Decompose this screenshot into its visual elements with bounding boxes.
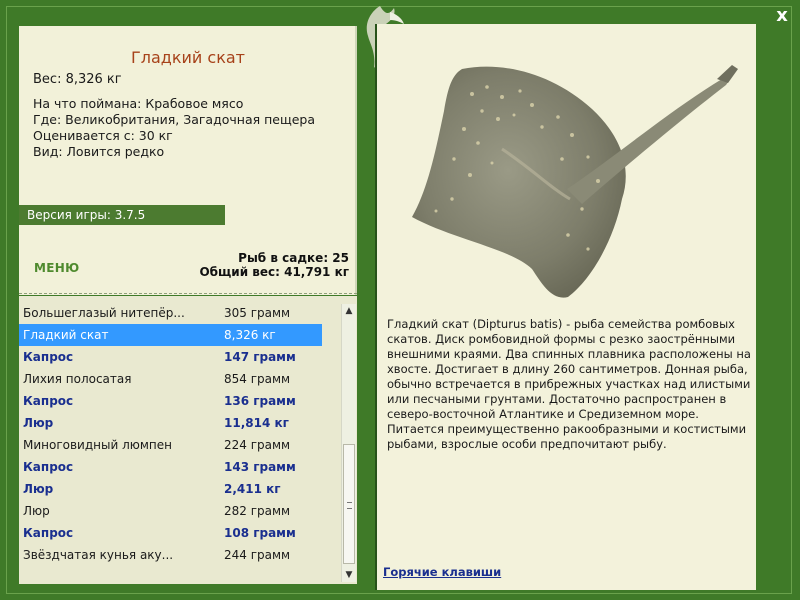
list-item[interactable]: Большеглазый нитепёр... 305 грамм (19, 302, 322, 324)
list-item-name: Капрос (23, 460, 74, 474)
list-item[interactable]: Капрос 108 грамм (19, 522, 322, 544)
list-item-weight: 282 грамм (224, 504, 291, 518)
fish-image (412, 65, 738, 298)
menu-button[interactable]: МЕНЮ (34, 261, 79, 275)
list-item[interactable]: Люр 282 грамм (19, 500, 322, 522)
list-item-weight: 147 грамм (224, 350, 296, 364)
list-item-name: Капрос (23, 350, 74, 364)
list-item-name: Люр (23, 504, 50, 518)
list-item[interactable]: Капрос 147 грамм (19, 346, 322, 368)
list-item-weight: 143 грамм (224, 460, 296, 474)
list-item[interactable]: Гладкий скат 8,326 кг (19, 324, 322, 346)
list-item-name: Капрос (23, 394, 74, 408)
list-item-weight: 2,411 кг (224, 482, 281, 496)
list-item-weight: 244 грамм (224, 548, 291, 562)
fish-info-panel: Гладкий скат Вес: 8,326 кг На что пойман… (19, 26, 357, 295)
hotkeys-link[interactable]: Горячие клавиши (383, 565, 501, 579)
fish-bait: На что поймана: Крабовое мясо (33, 96, 244, 111)
close-button[interactable]: x (772, 6, 792, 26)
divider (19, 293, 357, 294)
game-version: Версия игры: 3.7.5 (19, 205, 225, 225)
list-item[interactable]: Капрос 136 грамм (19, 390, 322, 412)
list-item[interactable]: Капрос 143 грамм (19, 456, 322, 478)
list-item-name: Большеглазый нитепёр... (23, 306, 185, 320)
scroll-down-arrow-icon[interactable]: ▼ (343, 568, 355, 582)
list-scrollbar[interactable]: ▲ ▼ (341, 304, 356, 582)
fish-detail-panel: Гладкий скат (Dipturus batis) - рыба сем… (375, 24, 756, 590)
list-item[interactable]: Звёздчатая кунья аку... 244 грамм (19, 544, 322, 566)
list-item-weight: 305 грамм (224, 306, 291, 320)
fish-kind: Вид: Ловится редко (33, 144, 165, 159)
scroll-up-arrow-icon[interactable]: ▲ (343, 304, 355, 318)
list-item-name: Лихия полосатая (23, 372, 132, 386)
fish-valued: Оценивается с: 30 кг (33, 128, 173, 143)
list-item-weight: 11,814 кг (224, 416, 289, 430)
fish-weight: Вес: 8,326 кг (33, 72, 122, 87)
list-item-weight: 108 грамм (224, 526, 296, 540)
list-item-name: Миноговидный люмпен (23, 438, 172, 452)
catch-totals: Рыб в садке: 25 Общий вес: 41,791 кг (199, 251, 349, 279)
fish-description: Гладкий скат (Dipturus batis) - рыба сем… (387, 317, 751, 451)
close-icon[interactable]: x (776, 5, 788, 26)
total-weight: Общий вес: 41,791 кг (199, 265, 349, 279)
scroll-thumb[interactable] (343, 444, 355, 564)
list-item-name: Люр (23, 416, 54, 430)
list-item-weight: 8,326 кг (224, 328, 276, 342)
list-item[interactable]: Люр 2,411 кг (19, 478, 322, 500)
list-item-weight: 854 грамм (224, 372, 291, 386)
list-item[interactable]: Миноговидный люмпен 224 грамм (19, 434, 322, 456)
list-item-name: Гладкий скат (23, 328, 109, 342)
fish-title: Гладкий скат (131, 48, 245, 67)
list-item-name: Капрос (23, 526, 74, 540)
catch-list[interactable]: Большеглазый нитепёр... 305 грамм Гладкий … (19, 296, 357, 584)
fish-location: Где: Великобритания, Загадочная пещера (33, 112, 316, 127)
fish-count: Рыб в садке: 25 (238, 251, 349, 265)
list-item-name: Люр (23, 482, 54, 496)
list-item-name: Звёздчатая кунья аку... (23, 548, 174, 562)
list-item[interactable]: Люр 11,814 кг (19, 412, 322, 434)
list-item-weight: 136 грамм (224, 394, 296, 408)
list-item-weight: 224 грамм (224, 438, 291, 452)
list-item[interactable]: Лихия полосатая 854 грамм (19, 368, 322, 390)
